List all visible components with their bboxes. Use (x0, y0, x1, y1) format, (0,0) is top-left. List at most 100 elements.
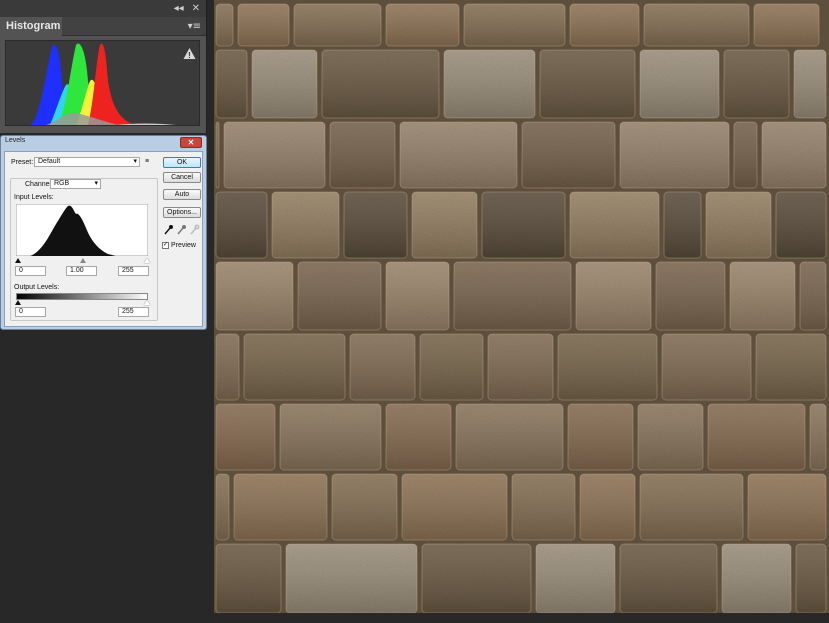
output-black-field[interactable]: 0 (15, 307, 46, 317)
brick-highlight (637, 403, 704, 471)
histogram-curves (30, 43, 176, 125)
output-black-slider[interactable] (15, 300, 21, 305)
brick-highlight (705, 191, 772, 259)
brick-highlight (655, 261, 726, 331)
brick-highlight (321, 49, 440, 119)
input-gamma-field[interactable]: 1.00 (66, 266, 97, 276)
brick-highlight (271, 191, 340, 259)
preset-select[interactable]: Default ▾ (34, 157, 140, 167)
input-black-field[interactable]: 0 (15, 266, 46, 276)
preview-checkbox[interactable]: ✓ (162, 242, 169, 249)
brick-highlight (761, 121, 827, 189)
brick-highlight (707, 403, 806, 471)
brick-highlight (349, 333, 416, 401)
levels-dialog: Levels ✕ Preset: Default ▾ ≡ OK Cancel A… (0, 135, 207, 330)
brick-highlight (215, 121, 220, 189)
brick-highlight (663, 191, 702, 259)
gray-eyedropper-icon[interactable] (177, 225, 186, 235)
auto-button[interactable]: Auto (163, 189, 201, 200)
output-white-slider[interactable] (144, 300, 150, 305)
brick-highlight (419, 333, 484, 401)
brick-highlight (511, 473, 576, 541)
dialog-body: Preset: Default ▾ ≡ OK Cancel Auto Optio… (4, 151, 203, 327)
chevron-down-icon: ▾ (133, 158, 137, 165)
preset-menu-icon[interactable]: ≡ (145, 158, 149, 165)
ok-button[interactable]: OK (163, 157, 201, 168)
input-levels-histogram (16, 204, 148, 256)
brick-highlight (421, 543, 532, 613)
brick-highlight (569, 3, 640, 47)
brick-highlight (385, 261, 450, 331)
output-gradient-bar (16, 293, 148, 300)
histogram-panel: ◂◂ ✕ Histogram ▾≡ ! (0, 0, 207, 133)
brick-highlight (443, 49, 536, 119)
input-white-slider[interactable] (144, 258, 150, 263)
brick-highlight (793, 49, 827, 119)
input-black-slider[interactable] (15, 258, 21, 263)
chevron-down-icon: ▾ (94, 180, 98, 187)
black-eyedropper-icon[interactable] (164, 225, 173, 235)
preset-label: Preset: (11, 159, 34, 166)
dialog-title: Levels (5, 137, 26, 144)
dialog-close-button[interactable]: ✕ (180, 137, 202, 148)
brick-highlight (619, 121, 730, 189)
brick-highlight (297, 261, 382, 331)
stone-brick-texture (214, 0, 829, 613)
cancel-button[interactable]: Cancel (163, 172, 201, 183)
output-levels-label: Output Levels: (14, 284, 60, 291)
histogram-red-channel (88, 43, 136, 125)
brick-highlight (643, 3, 750, 47)
white-eyedropper-icon[interactable] (190, 224, 200, 235)
brick-highlight (753, 3, 820, 47)
brick-group (215, 3, 827, 613)
brick-highlight (455, 403, 564, 471)
options-button[interactable]: Options... (163, 207, 201, 218)
brick-highlight (799, 261, 827, 331)
brick-highlight (747, 473, 827, 541)
brick-highlight (567, 403, 634, 471)
brick-highlight (385, 3, 460, 47)
input-white-field[interactable]: 255 (118, 266, 149, 276)
brick-highlight (733, 121, 758, 189)
tab-histogram[interactable]: Histogram (0, 17, 62, 36)
brick-highlight (215, 333, 240, 401)
collapse-panel-icon[interactable]: ◂◂ (174, 0, 184, 17)
brick-highlight (385, 403, 452, 471)
close-panel-icon[interactable]: ✕ (192, 0, 200, 17)
brick-highlight (243, 333, 346, 401)
brick-highlight (723, 49, 790, 119)
brick-highlight (331, 473, 398, 541)
output-white-field[interactable]: 255 (118, 307, 149, 317)
brick-highlight (463, 3, 566, 47)
panel-menu-icon[interactable]: ▾≡ (188, 17, 201, 36)
brick-highlight (487, 333, 554, 401)
brick-highlight (215, 261, 294, 331)
dialog-title-bar[interactable]: Levels ✕ (1, 136, 206, 149)
brick-highlight (329, 121, 396, 189)
brick-highlight (575, 261, 652, 331)
channel-select[interactable]: RGB ▾ (50, 179, 101, 189)
brick-highlight (809, 403, 827, 471)
document-canvas[interactable] (214, 0, 829, 613)
photoshop-workspace: ◂◂ ✕ Histogram ▾≡ ! Levels ✕ Preset: Def… (0, 0, 829, 623)
brick-highlight (579, 473, 636, 541)
brick-highlight (215, 473, 230, 541)
brick-highlight (453, 261, 572, 331)
brick-highlight (215, 191, 268, 259)
input-gamma-slider[interactable] (80, 258, 86, 263)
warning-icon[interactable]: ! (183, 47, 196, 60)
brick-highlight (795, 543, 827, 613)
brick-highlight (215, 3, 234, 47)
brick-highlight (285, 543, 418, 613)
brick-highlight (521, 121, 616, 189)
brick-highlight (215, 403, 276, 471)
panel-title-bar: ◂◂ ✕ (0, 0, 206, 17)
channel-value: RGB (54, 180, 70, 187)
panel-tab-row: Histogram ▾≡ (0, 17, 206, 36)
brick-highlight (343, 191, 408, 259)
brick-highlight (411, 191, 478, 259)
brick-highlight (661, 333, 752, 401)
preset-value: Default (38, 158, 61, 165)
brick-highlight (233, 473, 328, 541)
brick-highlight (775, 191, 827, 259)
